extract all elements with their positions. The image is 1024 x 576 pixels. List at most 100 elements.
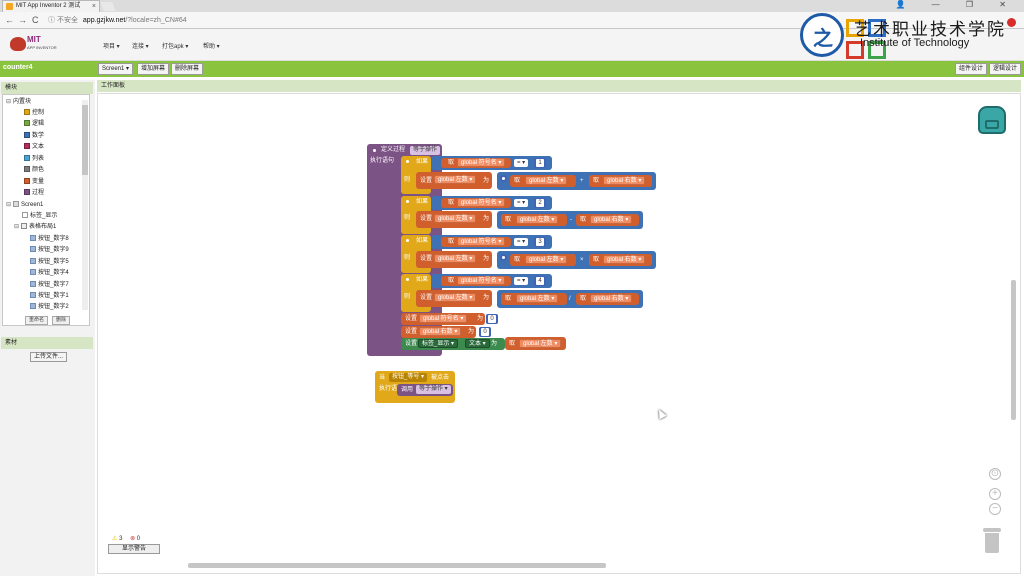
number-value[interactable]: 2 — [536, 199, 544, 207]
tree-button[interactable]: 按钮_数字7 — [30, 280, 69, 290]
workspace-vertical-scrollbar[interactable] — [1011, 280, 1016, 420]
number-block[interactable]: 1 — [534, 158, 546, 168]
menu-project[interactable]: 项目 ▾ — [103, 41, 120, 50]
gear-icon[interactable] — [500, 175, 507, 182]
number-block[interactable]: 4 — [534, 276, 546, 286]
procedure-name-field[interactable]: 等于操作 — [410, 146, 441, 155]
event-component-dropdown[interactable]: 按钮_等号 ▾ — [389, 373, 428, 382]
show-warnings-button[interactable]: 显示警告 — [108, 544, 160, 554]
gear-icon[interactable] — [404, 198, 411, 205]
tree-builtin-control[interactable]: 控制 — [24, 108, 44, 118]
compare-op-dropdown[interactable]: = ▾ — [514, 238, 529, 246]
call-procedure-dropdown[interactable]: 等于操作 ▾ — [416, 385, 451, 394]
tree-scrollbar-thumb[interactable] — [82, 105, 88, 175]
variable-dropdown[interactable]: global 左数 ▾ — [434, 293, 477, 302]
gear-icon[interactable] — [371, 147, 378, 154]
compare-op-dropdown[interactable]: = ▾ — [514, 199, 529, 207]
tree-builtin-procedures[interactable]: 过程 — [24, 188, 44, 198]
number-value[interactable]: 0 — [481, 328, 489, 336]
variable-dropdown[interactable]: global 符号名 ▾ — [457, 237, 506, 246]
tree-screen1[interactable]: ⊟ Screen1 — [6, 200, 43, 210]
number-block[interactable]: 2 — [534, 198, 546, 208]
zoom-in-icon[interactable]: + — [989, 488, 1001, 500]
new-tab-button[interactable] — [100, 2, 116, 11]
number-block[interactable]: 3 — [534, 237, 546, 247]
screen-select[interactable]: Screen1 ▾ — [98, 63, 134, 75]
collapse-icon[interactable]: ⊟ — [6, 200, 12, 210]
back-icon[interactable]: ← — [5, 15, 14, 25]
forward-icon[interactable]: → — [18, 15, 27, 25]
tree-button[interactable]: 按钮_数字4 — [30, 268, 69, 278]
variable-dropdown[interactable]: global 符号名 ▾ — [457, 158, 506, 167]
tree-builtin-variables[interactable]: 变量 — [24, 177, 44, 187]
gear-icon[interactable] — [404, 237, 411, 244]
tree-builtin-text[interactable]: 文本 — [24, 142, 44, 152]
number-value[interactable]: 0 — [488, 315, 496, 323]
reload-icon[interactable]: C — [32, 15, 39, 25]
menu-build[interactable]: 打包apk ▾ — [162, 41, 188, 50]
remove-screen-button[interactable]: 删除屏幕 — [171, 63, 204, 75]
tree-button[interactable]: 按钮_数字2 — [30, 302, 69, 312]
number-value[interactable]: 3 — [536, 238, 544, 246]
tree-button[interactable]: 按钮_数字8 — [30, 234, 69, 244]
url-field[interactable]: ⓘ 不安全 app.gzjkw.net/?locale=zh_CN#64 — [48, 15, 478, 26]
variable-dropdown[interactable]: global 右数 ▾ — [603, 176, 646, 185]
variable-dropdown[interactable]: global 符号名 ▾ — [457, 276, 506, 285]
variable-dropdown[interactable]: global 左数 ▾ — [516, 294, 559, 303]
upload-file-button[interactable]: 上传文件... — [30, 352, 68, 362]
variable-dropdown[interactable]: global 左数 ▾ — [434, 254, 477, 263]
variable-dropdown[interactable]: global 符号名 ▾ — [457, 198, 506, 207]
app-inventor-logo[interactable]: MIT APP INVENTOR — [10, 35, 66, 55]
rename-button[interactable]: 重命名 — [25, 316, 49, 325]
zoom-reset-icon[interactable]: ⊙ — [989, 468, 1001, 480]
variable-dropdown[interactable]: global 左数 ▾ — [516, 215, 559, 224]
variable-dropdown[interactable]: global 左数 ▾ — [434, 175, 477, 184]
menu-connect[interactable]: 连接 ▾ — [132, 41, 149, 50]
tree-builtin-colors[interactable]: 颜色 — [24, 165, 44, 175]
variable-dropdown[interactable]: global 左数 ▾ — [519, 339, 562, 348]
property-dropdown[interactable]: 文本 ▾ — [465, 339, 490, 348]
browser-tab[interactable]: MIT App Inventor 2 测试 × — [2, 0, 100, 12]
compare-op-dropdown[interactable]: = ▾ — [514, 277, 529, 285]
collapse-icon[interactable]: ⊟ — [6, 97, 12, 107]
component-dropdown[interactable]: 标签_显示 ▾ — [418, 339, 459, 348]
variable-dropdown[interactable]: global 左数 ▾ — [434, 214, 477, 223]
gear-icon[interactable] — [404, 276, 411, 283]
tree-builtin-logic[interactable]: 逻辑 — [24, 119, 44, 129]
trash-icon[interactable] — [983, 528, 1001, 554]
gear-icon[interactable] — [500, 254, 507, 261]
collapse-icon[interactable]: ⊟ — [14, 222, 20, 232]
tree-scrollbar[interactable] — [82, 100, 88, 310]
add-screen-button[interactable]: 增加屏幕 — [137, 63, 170, 75]
tree-button[interactable]: 按钮_数字9 — [30, 245, 69, 255]
tree-builtin-math[interactable]: 数学 — [24, 131, 44, 141]
window-controls[interactable]: 👤 — ❐ ✕ — [895, 0, 1018, 9]
variable-dropdown[interactable]: global 左数 ▾ — [525, 176, 568, 185]
blocks-button[interactable]: 逻辑设计 — [989, 63, 1022, 75]
zoom-out-icon[interactable]: − — [989, 503, 1001, 515]
variable-dropdown[interactable]: global 符号名 ▾ — [419, 314, 468, 323]
designer-button[interactable]: 组件设计 — [955, 63, 988, 75]
tree-table-layout[interactable]: ⊟ 表格布局1 — [14, 222, 56, 232]
variable-dropdown[interactable]: global 右数 ▾ — [603, 255, 646, 264]
tree-builtin[interactable]: ⊟ 内置块 — [6, 97, 31, 107]
tab-close-icon[interactable]: × — [92, 1, 96, 12]
tree-button[interactable]: 按钮_数字1 — [30, 291, 69, 301]
number-block[interactable]: 0 — [486, 314, 498, 324]
tree-builtin-lists[interactable]: 列表 — [24, 154, 44, 164]
variable-dropdown[interactable]: global 右数 ▾ — [419, 327, 462, 336]
variable-dropdown[interactable]: global 左数 ▾ — [525, 255, 568, 264]
gear-icon[interactable] — [404, 158, 411, 165]
number-block[interactable]: 0 — [479, 327, 491, 337]
workspace-horizontal-scrollbar[interactable] — [188, 563, 606, 568]
tree-button[interactable]: 按钮_数字5 — [30, 257, 69, 267]
security-indicator[interactable]: ⓘ 不安全 — [48, 17, 78, 24]
blocks-workspace[interactable] — [97, 93, 1021, 574]
compare-op-dropdown[interactable]: = ▾ — [514, 159, 529, 167]
menu-help[interactable]: 帮助 ▾ — [203, 41, 220, 50]
variable-dropdown[interactable]: global 右数 ▾ — [590, 294, 633, 303]
backpack-icon[interactable] — [978, 102, 1006, 134]
variable-dropdown[interactable]: global 右数 ▾ — [590, 215, 633, 224]
delete-button[interactable]: 删除 — [52, 316, 71, 325]
number-value[interactable]: 1 — [536, 159, 544, 167]
